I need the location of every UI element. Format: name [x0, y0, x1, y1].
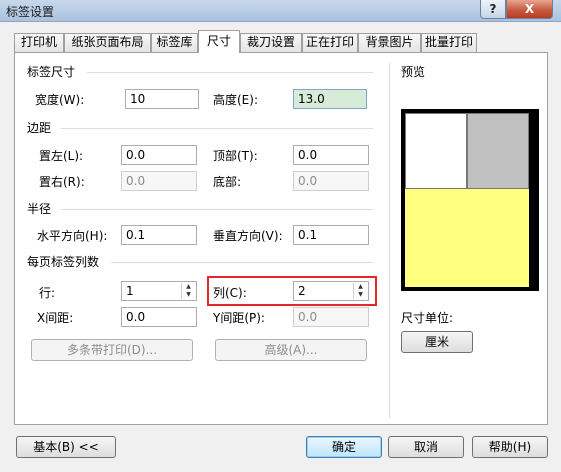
- left-margin-input[interactable]: 0.0: [121, 145, 197, 165]
- horizontal-radius-label: 水平方向(H):: [37, 229, 108, 243]
- size-group-separator: [87, 72, 373, 73]
- margin-group-title: 边距: [27, 121, 52, 135]
- ok-button[interactable]: 确定: [306, 436, 382, 458]
- size-tab-panel: 标签尺寸 宽度(W): 10 高度(E): 13.0 边距 置左(L): 0.0…: [14, 52, 548, 425]
- rows-value: 1: [126, 284, 134, 298]
- size-group-title: 标签尺寸: [27, 65, 76, 79]
- vertical-radius-input[interactable]: 0.1: [293, 225, 369, 245]
- y-gap-label: Y间距(P):: [213, 311, 265, 325]
- height-input[interactable]: 13.0: [293, 89, 367, 109]
- preview-column-1: [405, 113, 467, 189]
- width-input[interactable]: 10: [125, 89, 199, 109]
- rows-down-arrow-icon[interactable]: ▼: [182, 291, 195, 299]
- preview-column-2: [467, 113, 529, 189]
- columns-group-separator: [111, 262, 373, 263]
- bottom-margin-label: 底部:: [213, 175, 242, 189]
- cancel-button[interactable]: 取消: [388, 436, 464, 458]
- x-gap-label: X间距:: [37, 311, 74, 325]
- label-preview: [401, 109, 539, 291]
- columns-spinbox[interactable]: 2 ▲ ▼: [293, 281, 369, 301]
- columns-group-title: 每页标签列数: [27, 255, 100, 269]
- right-margin-input: 0.0: [121, 171, 197, 191]
- title-bar: 标签设置 ? X: [0, 0, 561, 22]
- unit-button[interactable]: 厘米: [401, 331, 473, 353]
- columns-spinner[interactable]: ▲ ▼: [353, 283, 367, 299]
- preview-divider: [389, 63, 390, 418]
- right-margin-label: 置右(R):: [39, 175, 85, 189]
- basic-toggle-button[interactable]: 基本(B) <<: [16, 436, 116, 458]
- tab-cutter[interactable]: 裁刀设置: [240, 33, 302, 52]
- unit-label: 尺寸单位:: [401, 311, 454, 325]
- advanced-button: 高级(A)...: [215, 339, 367, 361]
- rows-label: 行:: [39, 286, 56, 300]
- y-gap-input: 0.0: [293, 307, 369, 327]
- columns-up-arrow-icon[interactable]: ▲: [354, 283, 367, 291]
- margin-group-separator: [61, 128, 373, 129]
- help-button[interactable]: 帮助(H): [472, 436, 548, 458]
- tab-background[interactable]: 背景图片: [358, 33, 421, 52]
- height-label: 高度(E):: [213, 93, 258, 107]
- columns-value: 2: [298, 284, 306, 298]
- columns-down-arrow-icon[interactable]: ▼: [354, 291, 367, 299]
- tab-printer[interactable]: 打印机: [14, 33, 64, 52]
- help-title-button[interactable]: ?: [480, 0, 506, 19]
- close-button[interactable]: X: [506, 0, 553, 19]
- vertical-radius-label: 垂直方向(V):: [213, 229, 283, 243]
- radius-group-title: 半径: [27, 202, 52, 216]
- rows-spinner[interactable]: ▲ ▼: [181, 283, 195, 299]
- tab-label-library[interactable]: 标签库: [151, 33, 198, 52]
- tab-paper-layout[interactable]: 纸张页面布局: [64, 33, 151, 52]
- x-gap-input[interactable]: 0.0: [121, 307, 197, 327]
- columns-label: 列(C):: [213, 286, 247, 300]
- window-title: 标签设置: [6, 5, 55, 19]
- rows-up-arrow-icon[interactable]: ▲: [182, 283, 195, 291]
- tab-size[interactable]: 尺寸: [198, 30, 240, 53]
- tab-printing[interactable]: 正在打印: [302, 33, 358, 52]
- width-label: 宽度(W):: [35, 93, 85, 107]
- top-margin-label: 顶部(T):: [213, 149, 258, 163]
- rows-spinbox[interactable]: 1 ▲ ▼: [121, 281, 197, 301]
- multi-strip-print-button: 多条带打印(D)...: [31, 339, 193, 361]
- top-margin-input[interactable]: 0.0: [293, 145, 369, 165]
- bottom-margin-input: 0.0: [293, 171, 369, 191]
- preview-title: 预览: [401, 65, 426, 79]
- horizontal-radius-input[interactable]: 0.1: [121, 225, 197, 245]
- radius-group-separator: [61, 209, 373, 210]
- tab-batch-print[interactable]: 批量打印: [421, 33, 477, 52]
- left-margin-label: 置左(L):: [39, 149, 84, 163]
